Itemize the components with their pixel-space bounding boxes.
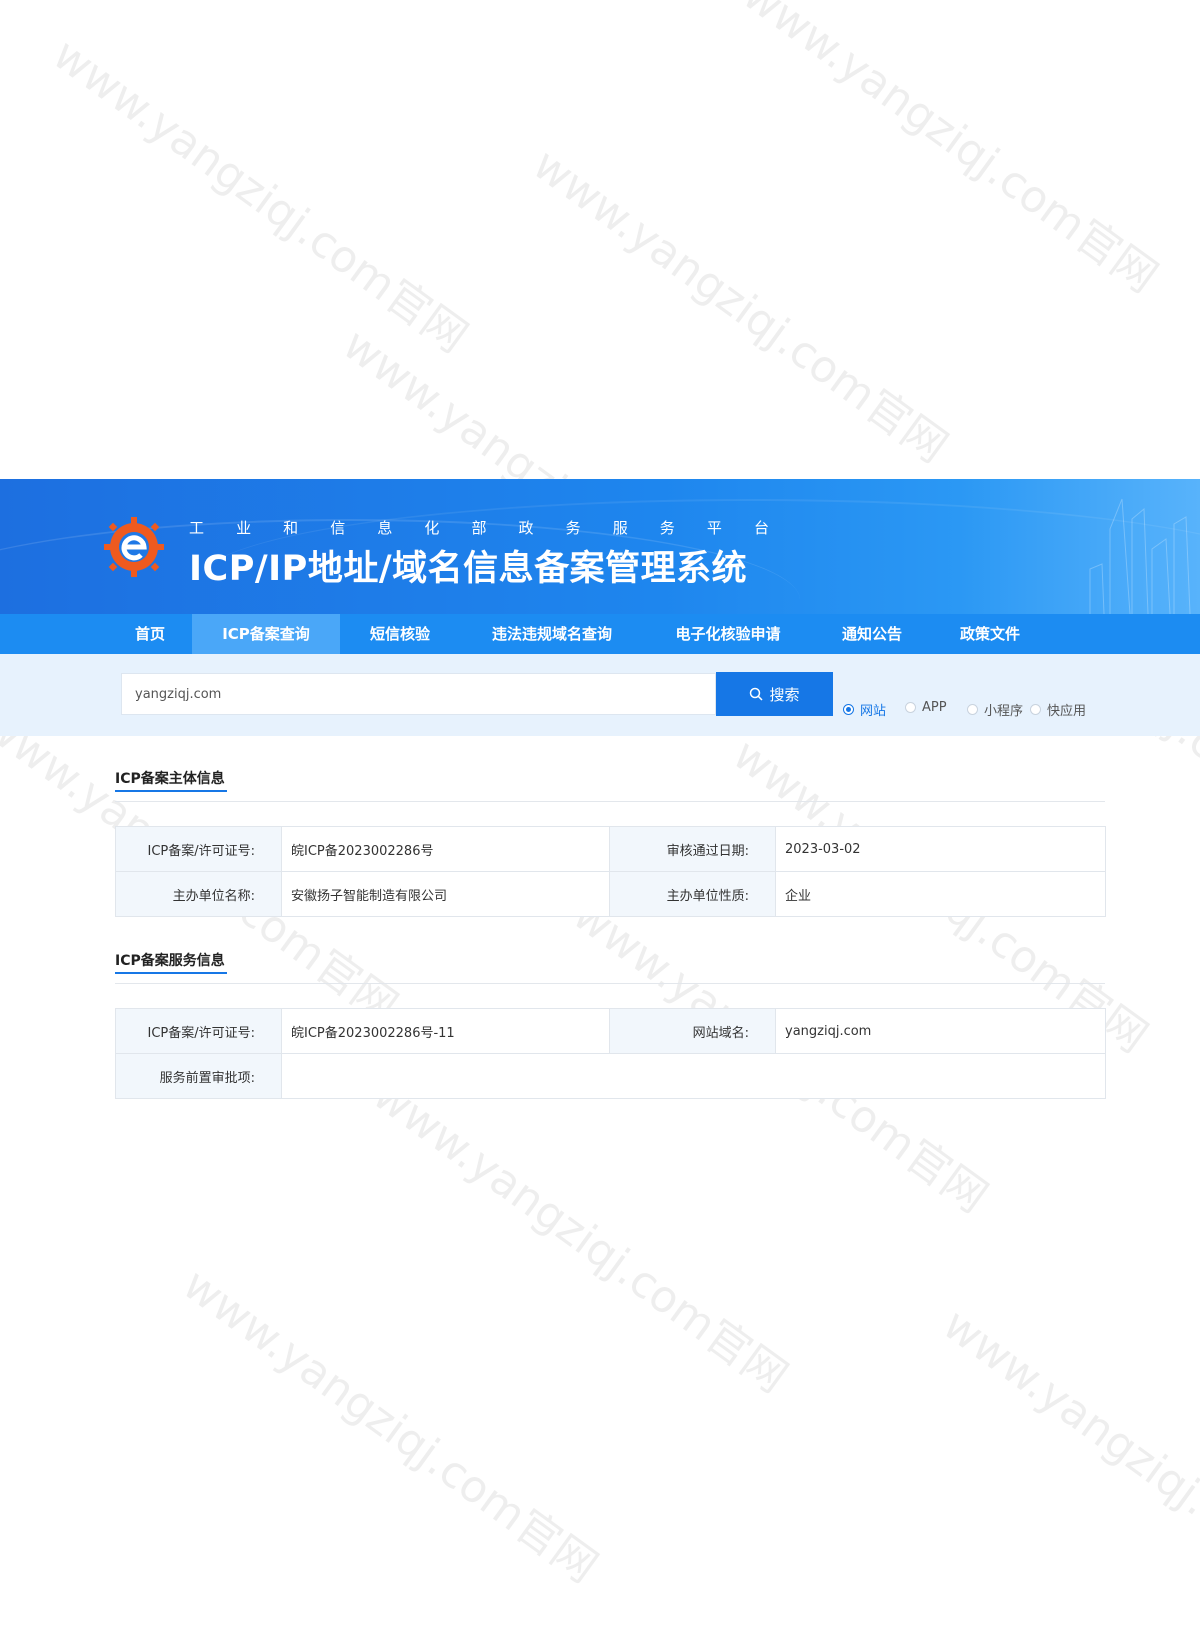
radio-quick-app[interactable]: 快应用 [1030,700,1086,719]
icp-license-value: 皖ICP备2023002286号 [281,826,610,872]
radio-label: APP [922,700,947,715]
service-icp-license-value: 皖ICP备2023002286号-11 [281,1008,610,1054]
table-row: 服务前置审批项: [115,1053,1106,1099]
nav-item-sms-verify[interactable]: 短信核验 [348,614,452,654]
watermark-text: www.yangziqj.com官网 [43,28,477,363]
pre-approval-label: 服务前置审批项: [115,1053,282,1099]
approval-date-label: 审核通过日期: [609,826,776,872]
subtitle-char: 业 [236,519,252,537]
pre-approval-value [281,1053,1106,1099]
organizer-name-label: 主办单位名称: [115,871,282,917]
radio-label: 网站 [860,704,887,719]
service-icp-license-label: ICP备案/许可证号: [115,1008,282,1054]
radio-dot [967,704,978,715]
subtitle-char: 台 [753,519,769,537]
service-info-table: ICP备案/许可证号: 皖ICP备2023002286号-11 网站域名: ya… [115,1008,1106,1099]
subtitle-char: 和 [283,519,299,537]
subtitle-char: 服 [612,519,628,537]
subtitle-char: 政 [518,519,534,537]
search-button[interactable]: 搜索 [716,672,833,716]
main-nav: 首页 ICP备案查询 短信核验 违法违规域名查询 电子化核验申请 通知公告 政策… [0,614,1200,654]
ministry-subtitle: 工 业 和 信 息 化 部 政 务 服 务 平 台 [189,517,769,538]
subject-info-table: ICP备案/许可证号: 皖ICP备2023002286号 审核通过日期: 202… [115,826,1106,917]
gear-e-logo-icon [104,517,164,577]
section-divider [115,983,1105,984]
subtitle-char: 务 [565,519,581,537]
website-domain-label: 网站域名: [609,1008,776,1054]
approval-date-value: 2023-03-02 [775,826,1106,872]
table-row: ICP备案/许可证号: 皖ICP备2023002286号-11 网站域名: ya… [115,1008,1106,1054]
watermark-text: www.yangziqj.com官网 [173,1258,607,1593]
website-domain-value: yangziqj.com [775,1008,1106,1054]
section-underline [115,972,227,974]
search-input[interactable] [121,673,716,715]
radio-dot [905,702,916,713]
section-underline [115,790,227,792]
watermark-text: www.yangziqj.com官网 [523,138,957,473]
table-row: 主办单位名称: 安徽扬子智能制造有限公司 主办单位性质: 企业 [115,871,1106,917]
nav-item-policy-docs[interactable]: 政策文件 [940,614,1040,654]
city-skyline-icon [1089,498,1191,614]
icp-license-label: ICP备案/许可证号: [115,826,282,872]
radio-label: 快应用 [1047,704,1087,719]
page: www.yangziqj.com官网 www.yangziqj.com官网 ww… [0,0,1200,1633]
table-row: ICP备案/许可证号: 皖ICP备2023002286号 审核通过日期: 202… [115,826,1106,872]
section-divider [115,801,1105,802]
radio-app[interactable]: APP [905,700,947,715]
subtitle-char: 信 [330,519,346,537]
nav-item-icp-query[interactable]: ICP备案查询 [192,614,340,654]
radio-dot [1030,704,1041,715]
organizer-type-label: 主办单位性质: [609,871,776,917]
subtitle-char: 平 [706,519,722,537]
system-title: ICP/IP地址/域名信息备案管理系统 [189,549,748,589]
radio-website[interactable]: 网站 [843,700,886,719]
organizer-type-value: 企业 [775,871,1106,917]
service-info-title: ICP备案服务信息 [115,953,225,969]
radio-dot [843,704,854,715]
watermark-text: www.yangziqj.com官网 [363,1068,797,1403]
nav-item-illegal-domain-query[interactable]: 违法违规域名查询 [470,614,634,654]
watermark-text: www.yangziqj.com官网 [733,0,1167,303]
subtitle-char: 息 [377,519,393,537]
subtitle-char: 务 [659,519,675,537]
nav-item-home[interactable]: 首页 [110,614,190,654]
organizer-name-value: 安徽扬子智能制造有限公司 [281,871,610,917]
radio-label: 小程序 [984,704,1024,719]
watermark-text: www.yangziqj.com官网 [933,1298,1200,1633]
subject-info-title: ICP备案主体信息 [115,771,225,787]
search-icon [750,687,764,701]
radio-mini-program[interactable]: 小程序 [967,700,1023,719]
subtitle-char: 化 [424,519,440,537]
subtitle-char: 部 [471,519,487,537]
nav-item-e-verify-apply[interactable]: 电子化核验申请 [650,614,806,654]
subtitle-char: 工 [189,519,205,537]
nav-item-announcements[interactable]: 通知公告 [822,614,922,654]
search-button-label: 搜索 [769,685,800,704]
